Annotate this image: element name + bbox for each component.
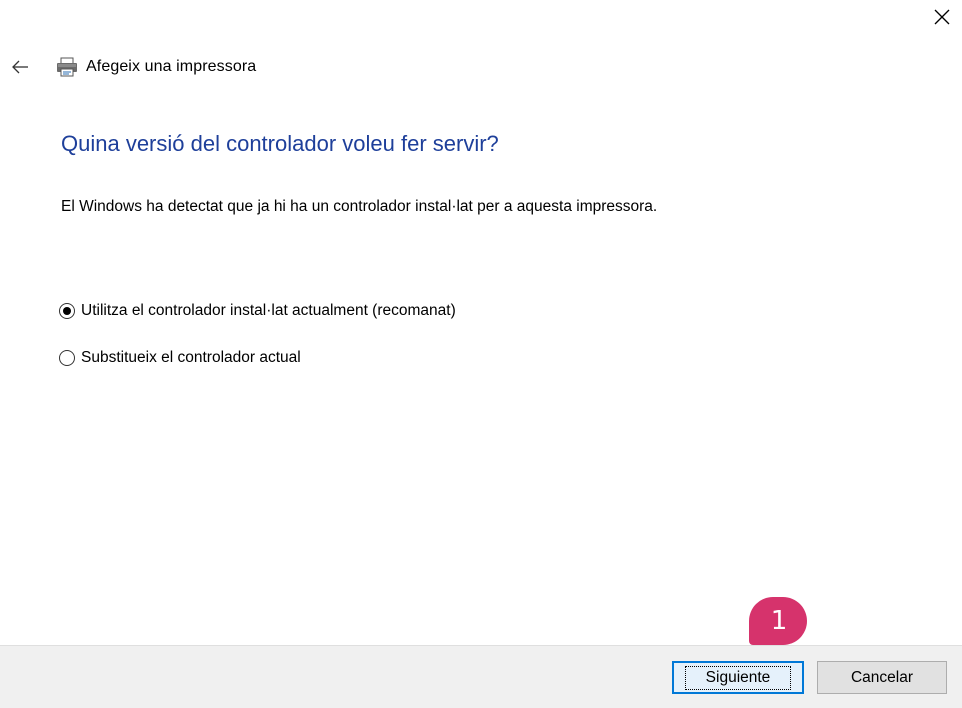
option-label: Utilitza el controlador instal·lat actua… bbox=[81, 302, 456, 319]
cancel-button[interactable]: Cancelar bbox=[817, 661, 947, 694]
dialog-title: Afegeix una impressora bbox=[86, 58, 257, 75]
option-label: Substitueix el controlador actual bbox=[81, 349, 301, 366]
dialog-footer: Siguiente Cancelar bbox=[0, 645, 962, 708]
radio-button[interactable] bbox=[59, 350, 75, 366]
close-icon bbox=[934, 9, 950, 25]
next-button-label: Siguiente bbox=[684, 665, 792, 690]
dialog-titlebar: Afegeix una impressora bbox=[10, 54, 256, 80]
next-button[interactable]: Siguiente bbox=[672, 661, 804, 694]
option-use-installed-driver[interactable]: Utilitza el controlador instal·lat actua… bbox=[59, 302, 456, 320]
back-button[interactable] bbox=[10, 57, 30, 77]
step-number-badge: 1 bbox=[749, 597, 807, 645]
radio-button-selected[interactable] bbox=[59, 303, 75, 319]
page-heading: Quina versió del controlador voleu fer s… bbox=[61, 131, 499, 156]
option-replace-driver[interactable]: Substitueix el controlador actual bbox=[59, 349, 301, 367]
printer-icon bbox=[56, 56, 78, 78]
back-arrow-icon bbox=[12, 60, 28, 74]
close-button[interactable] bbox=[930, 5, 954, 29]
description-text: El Windows ha detectat que ja hi ha un c… bbox=[61, 198, 658, 215]
add-printer-dialog: Afegeix una impressora Quina versió del … bbox=[0, 0, 962, 708]
